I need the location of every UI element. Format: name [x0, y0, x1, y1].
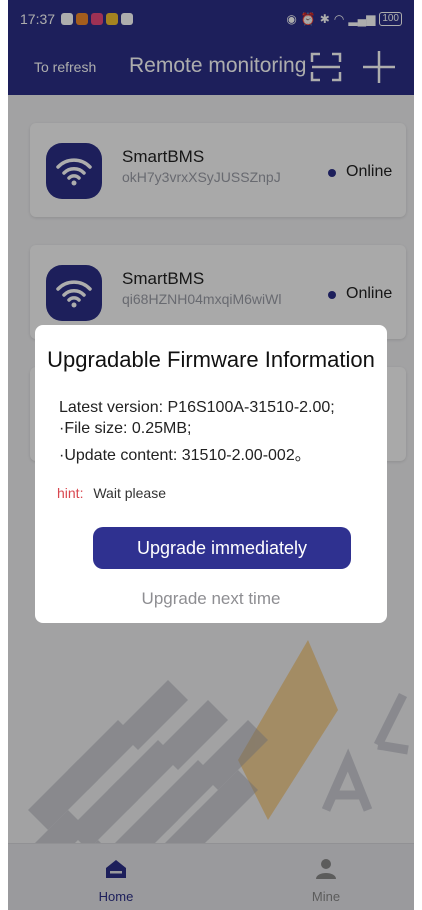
- upgrade-immediately-button[interactable]: Upgrade immediately: [93, 527, 351, 569]
- upgrade-next-time-button[interactable]: Upgrade next time: [35, 589, 387, 609]
- file-size-text: ·File size: 0.25MB;: [59, 420, 192, 437]
- update-content-text: ·Update content: 31510-2.00-002。: [59, 447, 311, 464]
- hint-row: hint: Wait please: [57, 485, 166, 501]
- hint-label: hint:: [57, 485, 84, 501]
- firmware-dialog: Upgradable Firmware Information Latest v…: [35, 325, 387, 623]
- dialog-title: Upgradable Firmware Information: [47, 347, 375, 372]
- hint-text: Wait please: [93, 485, 166, 501]
- latest-version-text: Latest version: P16S100A-31510-2.00;: [59, 399, 335, 416]
- app-screen: 17:37 ◉ ⏰ ✱ ◠ ▂▄▆ 100 To refresh Remote …: [8, 0, 414, 910]
